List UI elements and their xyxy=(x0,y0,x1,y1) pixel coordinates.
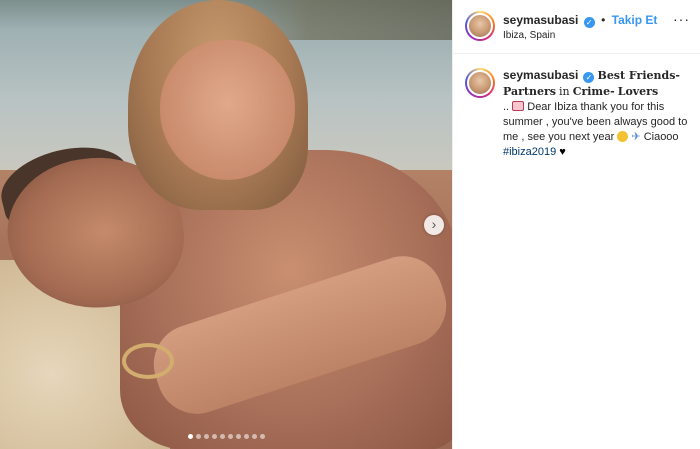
love-letter-icon xyxy=(512,101,525,111)
carousel-dots xyxy=(188,434,265,439)
caption-ciao: Ciaooo xyxy=(643,131,679,143)
post-photo[interactable]: › xyxy=(0,0,452,449)
carousel-dot xyxy=(260,434,265,439)
header-name-line: seymasubasi ✓ • Takip Et xyxy=(503,13,657,28)
caption-word-in: in xyxy=(559,85,570,98)
follow-button[interactable]: Takip Et xyxy=(612,13,658,27)
carousel-dot xyxy=(196,434,201,439)
caption-bold-1: Best Friends- xyxy=(597,69,680,82)
separator-dot: • xyxy=(601,13,606,27)
avatar[interactable] xyxy=(465,68,495,98)
caption-text: seymasubasi ✓ Best Friends- Partners in … xyxy=(503,68,690,160)
smiling-face-icon xyxy=(617,131,629,142)
verified-badge-icon: ✓ xyxy=(583,17,595,28)
post-header: seymasubasi ✓ • Takip Et Ibiza, Spain ··… xyxy=(453,0,700,54)
verified-badge-icon: ✓ xyxy=(583,72,595,83)
carousel-dot xyxy=(204,434,209,439)
username-link[interactable]: seymasubasi xyxy=(503,13,578,27)
carousel-dot xyxy=(212,434,217,439)
woman-face xyxy=(160,40,295,180)
location-link[interactable]: Ibiza, Spain xyxy=(503,30,555,41)
caption-bold-4: Lovers xyxy=(617,85,659,98)
carousel-dot xyxy=(236,434,241,439)
more-options-icon[interactable]: ··· xyxy=(673,12,690,26)
carousel-dot xyxy=(228,434,233,439)
post-sidebar: seymasubasi ✓ • Takip Et Ibiza, Spain ··… xyxy=(452,0,700,449)
carousel-dot xyxy=(188,434,193,439)
airplane-icon: ✈ xyxy=(631,131,641,143)
carousel-dot xyxy=(252,434,257,439)
carousel-dot xyxy=(244,434,249,439)
caption-row: seymasubasi ✓ Best Friends- Partners in … xyxy=(453,54,700,160)
gold-bracelet xyxy=(122,343,174,379)
caption-lead: .. xyxy=(503,101,510,113)
carousel-dot xyxy=(220,434,225,439)
avatar[interactable] xyxy=(465,11,495,41)
black-heart-icon: ♥ xyxy=(559,146,566,158)
caption-bold-2: Partners xyxy=(503,85,556,98)
hashtag-link[interactable]: #ibiza2019 xyxy=(503,146,556,158)
caption-username-link[interactable]: seymasubasi xyxy=(503,68,578,82)
carousel-next-button[interactable]: › xyxy=(424,215,444,235)
caption-bold-3: Crime- xyxy=(572,85,615,98)
